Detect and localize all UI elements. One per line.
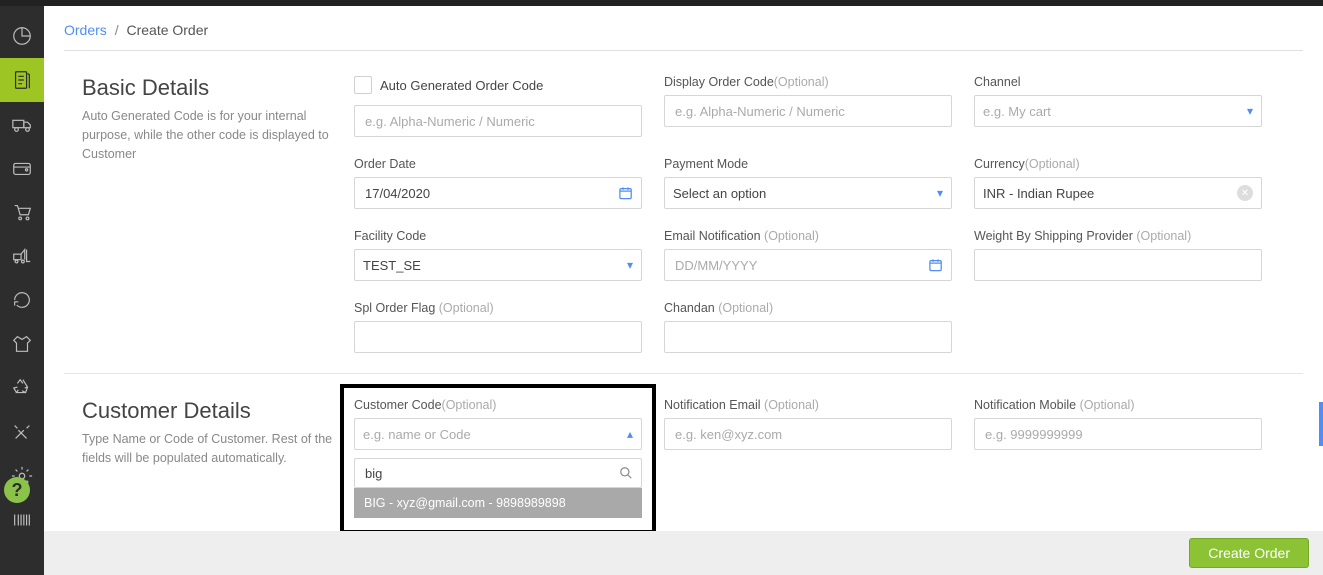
forklift-icon [11,245,33,267]
section-title-basic: Basic Details [82,75,334,101]
chevron-down-icon: ▾ [627,258,633,272]
order-code-input[interactable] [354,105,642,137]
field-spl-order: Spl Order Flag (Optional) [354,301,642,353]
create-order-button[interactable]: Create Order [1189,538,1309,568]
notification-email-input[interactable] [664,418,952,450]
field-customer-code: Customer Code(Optional) e.g. name or Cod… [354,398,642,518]
section-desc-customer: Type Name or Code of Customer. Rest of t… [82,430,334,468]
field-email-notification: Email Notification (Optional) [664,229,952,281]
nav-dashboard[interactable] [0,14,44,58]
nav-cart[interactable] [0,190,44,234]
customer-code-select[interactable]: e.g. name or Code ▴ [354,418,642,450]
main-content: Orders / Create Order Basic Details Auto… [44,6,1323,575]
nav-returns[interactable] [0,366,44,410]
field-chandan: Chandan (Optional) [664,301,952,353]
breadcrumb-separator: / [115,22,119,38]
nav-orders[interactable] [0,58,44,102]
cart-icon [11,201,33,223]
nav-warehouse[interactable] [0,234,44,278]
field-order-date: Order Date [354,157,642,209]
nav-history[interactable] [0,278,44,322]
side-navigation: ? [0,6,44,575]
nav-products[interactable] [0,322,44,366]
auto-generated-checkbox[interactable] [354,76,372,94]
section-desc-basic: Auto Generated Code is for your internal… [82,107,334,163]
notification-mobile-input[interactable] [974,418,1262,450]
recycle-icon [11,377,33,399]
clear-icon[interactable]: ✕ [1237,185,1253,201]
field-currency: Currency(Optional) INR - Indian Rupee ✕ [974,157,1262,209]
breadcrumb-current: Create Order [126,22,208,38]
display-order-input[interactable] [664,95,952,127]
wallet-icon [11,157,33,179]
nav-payments[interactable] [0,146,44,190]
section-title-customer: Customer Details [82,398,334,424]
field-auto-generated: Auto Generated Order Code [354,75,642,137]
auto-generated-label: Auto Generated Order Code [380,78,543,93]
currency-select[interactable]: INR - Indian Rupee ✕ [974,177,1262,209]
help-badge[interactable]: ? [4,477,30,503]
calendar-icon [928,257,943,273]
truck-icon [11,113,33,135]
calendar-icon [618,185,633,201]
field-notification-mobile: Notification Mobile (Optional) [974,398,1262,534]
pie-chart-icon [11,25,33,47]
field-display-order: Display Order Code(Optional) [664,75,952,137]
field-payment-mode: Payment Mode Select an option ▾ [664,157,952,209]
section-customer-details: Customer Details Type Name or Code of Cu… [64,374,1303,555]
order-date-input[interactable] [354,177,642,209]
nav-reports[interactable] [0,498,44,542]
breadcrumb: Orders / Create Order [64,16,1303,51]
nav-tools[interactable] [0,410,44,454]
tshirt-icon [11,333,33,355]
refresh-icon [11,289,33,311]
field-facility-code: Facility Code TEST_SE ▾ [354,229,642,281]
field-notification-email: Notification Email (Optional) [664,398,952,534]
tools-icon [11,421,33,443]
weight-input[interactable] [974,249,1262,281]
channel-select[interactable]: e.g. My cart ▾ [974,95,1262,127]
spl-order-input[interactable] [354,321,642,353]
chevron-down-icon: ▾ [1247,104,1253,118]
customer-search-input[interactable] [354,458,642,488]
barcode-icon [11,509,33,531]
payment-mode-select[interactable]: Select an option ▾ [664,177,952,209]
nav-shipping[interactable] [0,102,44,146]
field-channel: Channel e.g. My cart ▾ [974,75,1262,137]
clipboard-icon [11,69,33,91]
chevron-down-icon: ▾ [937,186,943,200]
field-weight: Weight By Shipping Provider (Optional) [974,229,1262,281]
customer-search-result[interactable]: BIG - xyz@gmail.com - 9898989898 [354,488,642,518]
footer-bar: Create Order [44,531,1323,575]
customer-code-highlight: Customer Code(Optional) e.g. name or Cod… [340,384,656,534]
breadcrumb-parent-link[interactable]: Orders [64,22,107,38]
search-icon [619,466,633,480]
chevron-up-icon: ▴ [627,427,633,441]
section-basic-details: Basic Details Auto Generated Code is for… [64,51,1303,374]
email-notification-input[interactable] [664,249,952,281]
accent-strip [1319,402,1323,446]
chandan-input[interactable] [664,321,952,353]
facility-code-select[interactable]: TEST_SE ▾ [354,249,642,281]
